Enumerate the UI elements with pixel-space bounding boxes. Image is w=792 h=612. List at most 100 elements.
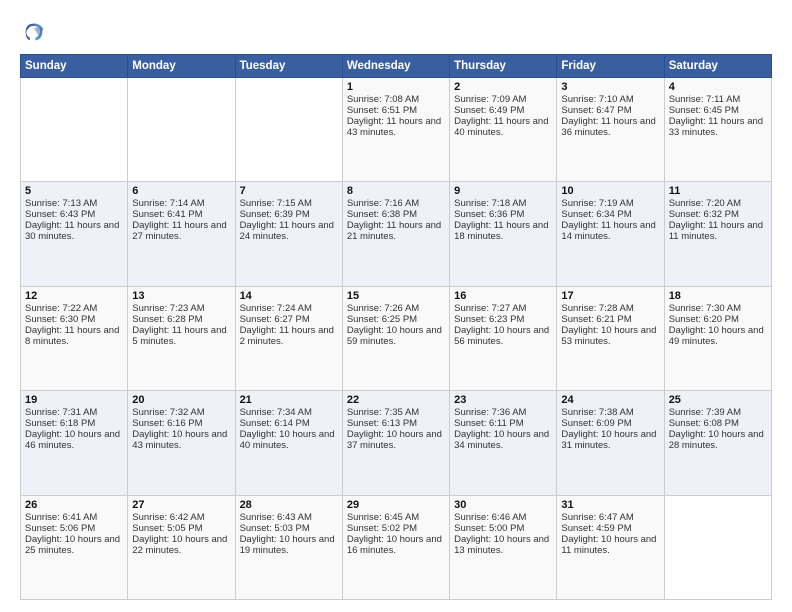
- day-info: Sunset: 5:02 PM: [347, 523, 445, 534]
- day-info: Daylight: 10 hours and 13 minutes.: [454, 534, 552, 556]
- calendar-cell: 9Sunrise: 7:18 AMSunset: 6:36 PMDaylight…: [450, 182, 557, 286]
- day-info: Daylight: 11 hours and 18 minutes.: [454, 220, 552, 242]
- calendar-table: SundayMondayTuesdayWednesdayThursdayFrid…: [20, 54, 772, 600]
- day-info: Sunset: 6:18 PM: [25, 418, 123, 429]
- day-number: 27: [132, 499, 230, 511]
- calendar-cell: 28Sunrise: 6:43 AMSunset: 5:03 PMDayligh…: [235, 495, 342, 599]
- day-info: Sunrise: 7:18 AM: [454, 198, 552, 209]
- day-info: Sunset: 6:16 PM: [132, 418, 230, 429]
- day-info: Sunrise: 7:28 AM: [561, 303, 659, 314]
- day-info: Sunrise: 7:14 AM: [132, 198, 230, 209]
- day-number: 8: [347, 185, 445, 197]
- day-info: Daylight: 10 hours and 56 minutes.: [454, 325, 552, 347]
- day-number: 3: [561, 81, 659, 93]
- day-info: Sunrise: 7:22 AM: [25, 303, 123, 314]
- day-info: Daylight: 11 hours and 2 minutes.: [240, 325, 338, 347]
- week-row-3: 12Sunrise: 7:22 AMSunset: 6:30 PMDayligh…: [21, 286, 772, 390]
- day-info: Daylight: 10 hours and 46 minutes.: [25, 429, 123, 451]
- week-row-1: 1Sunrise: 7:08 AMSunset: 6:51 PMDaylight…: [21, 78, 772, 182]
- day-info: Sunrise: 7:24 AM: [240, 303, 338, 314]
- day-info: Daylight: 11 hours and 14 minutes.: [561, 220, 659, 242]
- day-number: 20: [132, 394, 230, 406]
- day-number: 21: [240, 394, 338, 406]
- day-info: Sunset: 5:03 PM: [240, 523, 338, 534]
- week-row-4: 19Sunrise: 7:31 AMSunset: 6:18 PMDayligh…: [21, 391, 772, 495]
- day-info: Sunset: 6:13 PM: [347, 418, 445, 429]
- day-info: Sunset: 6:08 PM: [669, 418, 767, 429]
- day-number: 29: [347, 499, 445, 511]
- page: SundayMondayTuesdayWednesdayThursdayFrid…: [0, 0, 792, 612]
- calendar-cell: [664, 495, 771, 599]
- weekday-header-thursday: Thursday: [450, 55, 557, 78]
- day-info: Sunrise: 7:38 AM: [561, 407, 659, 418]
- day-info: Sunrise: 6:46 AM: [454, 512, 552, 523]
- day-info: Sunset: 6:49 PM: [454, 105, 552, 116]
- day-info: Sunrise: 7:20 AM: [669, 198, 767, 209]
- weekday-header-row: SundayMondayTuesdayWednesdayThursdayFrid…: [21, 55, 772, 78]
- calendar-cell: 19Sunrise: 7:31 AMSunset: 6:18 PMDayligh…: [21, 391, 128, 495]
- day-info: Sunrise: 7:32 AM: [132, 407, 230, 418]
- day-info: Daylight: 10 hours and 43 minutes.: [132, 429, 230, 451]
- day-info: Sunset: 5:05 PM: [132, 523, 230, 534]
- calendar-cell: 23Sunrise: 7:36 AMSunset: 6:11 PMDayligh…: [450, 391, 557, 495]
- day-info: Sunrise: 7:23 AM: [132, 303, 230, 314]
- calendar-cell: 8Sunrise: 7:16 AMSunset: 6:38 PMDaylight…: [342, 182, 449, 286]
- day-number: 22: [347, 394, 445, 406]
- day-info: Sunset: 6:41 PM: [132, 209, 230, 220]
- day-info: Daylight: 10 hours and 22 minutes.: [132, 534, 230, 556]
- week-row-2: 5Sunrise: 7:13 AMSunset: 6:43 PMDaylight…: [21, 182, 772, 286]
- day-number: 16: [454, 290, 552, 302]
- day-info: Sunset: 6:23 PM: [454, 314, 552, 325]
- day-info: Daylight: 10 hours and 40 minutes.: [240, 429, 338, 451]
- day-info: Sunrise: 7:36 AM: [454, 407, 552, 418]
- calendar-cell: 14Sunrise: 7:24 AMSunset: 6:27 PMDayligh…: [235, 286, 342, 390]
- day-info: Daylight: 11 hours and 21 minutes.: [347, 220, 445, 242]
- day-info: Daylight: 10 hours and 37 minutes.: [347, 429, 445, 451]
- day-info: Sunset: 5:06 PM: [25, 523, 123, 534]
- weekday-header-sunday: Sunday: [21, 55, 128, 78]
- day-info: Daylight: 10 hours and 49 minutes.: [669, 325, 767, 347]
- logo-icon: [20, 18, 48, 46]
- day-info: Sunrise: 7:30 AM: [669, 303, 767, 314]
- calendar-cell: 5Sunrise: 7:13 AMSunset: 6:43 PMDaylight…: [21, 182, 128, 286]
- day-info: Daylight: 10 hours and 28 minutes.: [669, 429, 767, 451]
- day-number: 15: [347, 290, 445, 302]
- day-info: Sunrise: 6:47 AM: [561, 512, 659, 523]
- calendar-cell: 24Sunrise: 7:38 AMSunset: 6:09 PMDayligh…: [557, 391, 664, 495]
- day-info: Sunrise: 7:19 AM: [561, 198, 659, 209]
- calendar-cell: 20Sunrise: 7:32 AMSunset: 6:16 PMDayligh…: [128, 391, 235, 495]
- day-info: Daylight: 10 hours and 34 minutes.: [454, 429, 552, 451]
- day-info: Sunrise: 7:35 AM: [347, 407, 445, 418]
- weekday-header-saturday: Saturday: [664, 55, 771, 78]
- day-number: 14: [240, 290, 338, 302]
- day-number: 26: [25, 499, 123, 511]
- day-number: 23: [454, 394, 552, 406]
- calendar-cell: 29Sunrise: 6:45 AMSunset: 5:02 PMDayligh…: [342, 495, 449, 599]
- day-info: Daylight: 10 hours and 19 minutes.: [240, 534, 338, 556]
- calendar-cell: 3Sunrise: 7:10 AMSunset: 6:47 PMDaylight…: [557, 78, 664, 182]
- day-info: Sunset: 6:34 PM: [561, 209, 659, 220]
- day-info: Sunset: 6:21 PM: [561, 314, 659, 325]
- calendar-cell: [21, 78, 128, 182]
- day-info: Daylight: 11 hours and 40 minutes.: [454, 116, 552, 138]
- day-info: Sunrise: 7:08 AM: [347, 94, 445, 105]
- day-info: Sunrise: 6:43 AM: [240, 512, 338, 523]
- day-info: Daylight: 10 hours and 53 minutes.: [561, 325, 659, 347]
- day-number: 18: [669, 290, 767, 302]
- day-info: Sunrise: 7:10 AM: [561, 94, 659, 105]
- day-info: Sunrise: 6:42 AM: [132, 512, 230, 523]
- day-info: Daylight: 11 hours and 11 minutes.: [669, 220, 767, 242]
- calendar-cell: 17Sunrise: 7:28 AMSunset: 6:21 PMDayligh…: [557, 286, 664, 390]
- day-info: Sunset: 6:45 PM: [669, 105, 767, 116]
- day-info: Sunset: 6:51 PM: [347, 105, 445, 116]
- day-info: Sunset: 6:20 PM: [669, 314, 767, 325]
- calendar-cell: 2Sunrise: 7:09 AMSunset: 6:49 PMDaylight…: [450, 78, 557, 182]
- day-number: 28: [240, 499, 338, 511]
- day-number: 30: [454, 499, 552, 511]
- day-info: Sunrise: 6:45 AM: [347, 512, 445, 523]
- day-info: Sunset: 6:47 PM: [561, 105, 659, 116]
- day-info: Sunrise: 7:39 AM: [669, 407, 767, 418]
- calendar-cell: 30Sunrise: 6:46 AMSunset: 5:00 PMDayligh…: [450, 495, 557, 599]
- calendar-cell: [128, 78, 235, 182]
- day-info: Sunset: 6:11 PM: [454, 418, 552, 429]
